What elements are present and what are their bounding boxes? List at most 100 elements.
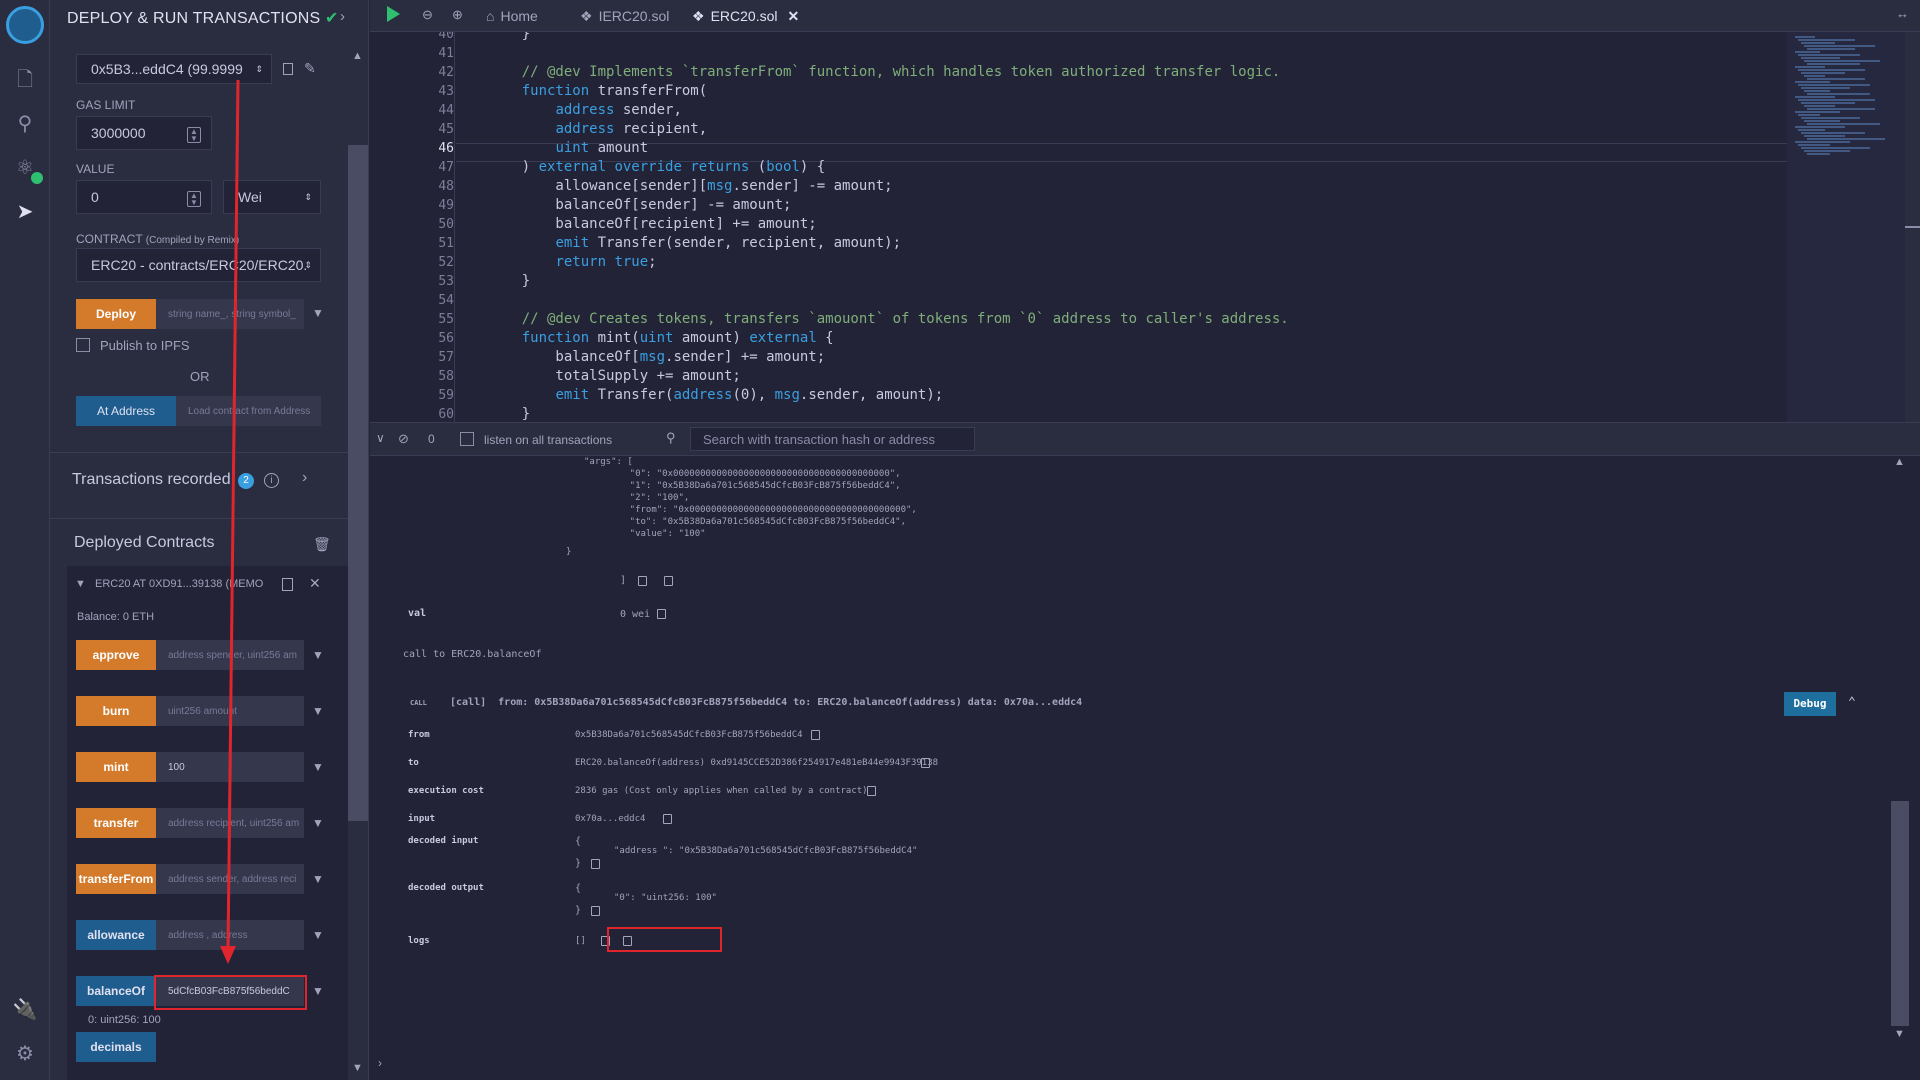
line-number: 59 [438,388,454,403]
account-select[interactable]: 0x5B3...eddC4 (99.9999 ⇕ [76,54,272,84]
function-args-input[interactable]: address recipient, uint256 am [156,808,304,838]
copy-account-icon[interactable] [283,63,293,75]
deploy-args-input[interactable]: string name_, string symbol_ [156,299,304,329]
tab-ierc20[interactable]: ❖ IERC20.sol [580,0,669,32]
scroll-down-chevron-icon[interactable]: ▼ [352,1062,363,1074]
zoom-out-icon[interactable]: ⊖ [422,7,433,23]
terminal-prompt-icon[interactable]: › [378,1056,382,1070]
tx-key-decoded-input: decoded input [408,836,479,846]
function-button-burn[interactable]: burn [76,696,156,726]
scrollbar-thumb[interactable] [1905,226,1920,228]
debug-button[interactable]: Debug [1784,692,1836,716]
tx-key-execution-cost: execution cost [408,786,484,796]
tab-erc20[interactable]: ❖ ERC20.sol ✕ [692,0,799,32]
code-line: balanceOf[msg.sender] += amount; [488,349,826,365]
contract-select[interactable]: ERC20 - contracts/ERC20/ERC20. ⇕ [76,248,321,282]
panel-expand-chevron-icon[interactable]: › [340,8,345,25]
plugin-manager-icon[interactable]: 🔌 [11,996,39,1024]
scroll-up-chevron-icon[interactable]: ▲ [352,50,363,62]
transaction-search-input[interactable]: Search with transaction hash or address [690,427,975,451]
copy-icon[interactable] [591,859,600,869]
transactions-count-badge: 2 [238,473,254,489]
scroll-down-chevron-icon[interactable]: ▼ [1894,1028,1905,1040]
scrollbar-thumb[interactable] [348,145,368,821]
deploy-expand-chevron-icon[interactable]: ▼ [312,306,324,320]
function-button-approve[interactable]: approve [76,640,156,670]
search-icon[interactable]: ⚲ [11,110,39,138]
call-summary[interactable]: [call] from: 0x5B38Da6a701c568545dCfcB03… [450,697,1082,708]
tab-home[interactable]: ⌂ Home [486,0,538,32]
function-button-allowance[interactable]: allowance [76,920,156,950]
remix-logo-icon[interactable] [6,6,44,44]
function-args-input[interactable]: address spender, uint256 am [156,640,304,670]
code-line: emit Transfer(sender, recipient, amount)… [555,235,902,251]
expand-chevron-icon[interactable]: ▼ [312,872,324,886]
copy-icon[interactable] [867,786,876,796]
minimap[interactable] [1787,32,1905,422]
collapse-log-chevron-icon[interactable]: ⌃ [1848,695,1856,710]
settings-gear-icon[interactable]: ⚙ [11,1040,39,1068]
expand-chevron-icon[interactable]: ▼ [312,760,324,774]
transactions-recorded-label[interactable]: Transactions recorded [72,471,231,489]
at-address-input[interactable]: Load contract from Address [176,396,321,426]
fold-gutter-line [454,32,455,422]
copy-icon[interactable] [664,576,673,586]
minimap-line [1798,54,1860,56]
code-editor[interactable]: 40 41 42 43 44 45 46 47 48 49 50 51 52 53 54 55 56 57 58 59… [370,32,1790,422]
scroll-up-chevron-icon[interactable]: ▲ [1894,456,1905,468]
function-args-input[interactable]: address sender, address reci [156,864,304,894]
stepper-icon[interactable]: ▲ ▼ [187,191,201,207]
expand-chevron-icon[interactable]: ▼ [312,984,324,998]
listen-checkbox[interactable] [460,432,474,446]
terminal-scrollbar[interactable]: ▲ ▼ [1890,456,1920,1046]
copy-icon[interactable] [921,758,930,768]
function-args-input[interactable]: address , address [156,920,304,950]
val-key: val [408,608,427,619]
function-button-balanceof[interactable]: balanceOf [76,976,156,1006]
function-button-decimals[interactable]: decimals [76,1032,156,1062]
function-button-transferfrom[interactable]: transferFrom [76,864,156,894]
expand-editor-icon[interactable]: ↔ [1896,6,1909,21]
stepper-icon[interactable]: ▲ ▼ [187,127,201,143]
copy-icon[interactable] [657,609,666,619]
close-icon[interactable]: ✕ [309,575,321,592]
zoom-in-icon[interactable]: ⊕ [452,7,463,23]
clear-console-icon[interactable]: ⊘ [398,431,409,447]
close-tab-icon[interactable]: ✕ [787,8,799,25]
function-button-transfer[interactable]: transfer [76,808,156,838]
function-button-mint[interactable]: mint [76,752,156,782]
function-args-input[interactable]: 100 [156,752,304,782]
expand-chevron-icon[interactable]: ▼ [312,928,324,942]
editor-scrollbar[interactable] [1905,32,1920,422]
run-script-icon[interactable] [387,6,400,22]
log-line: "1": "0x5B38Da6a701c568545dCfcB03FcB875f… [608,481,901,491]
solidity-compiler-icon[interactable]: ⚛ [11,154,43,184]
deploy-button[interactable]: Deploy [76,299,156,329]
function-args-input[interactable]: uint256 amount [156,696,304,726]
collapse-chevron-icon[interactable]: ▼ [75,578,86,590]
copy-icon[interactable] [663,814,672,824]
transactions-expand-chevron-icon[interactable]: › [302,469,307,487]
expand-chevron-icon[interactable]: ▼ [312,704,324,718]
copy-address-icon[interactable] [282,578,293,591]
value-input[interactable]: 0 ▲ ▼ [76,180,212,214]
scrollbar-thumb[interactable] [1891,801,1909,1026]
minimap-line [1795,111,1840,113]
at-address-button[interactable]: At Address [76,396,176,426]
copy-icon[interactable] [638,576,647,586]
trash-icon[interactable]: 🗑 [313,536,331,553]
copy-icon[interactable] [591,906,600,916]
file-explorer-icon[interactable]: 🗋 [11,66,39,94]
collapse-terminal-icon[interactable]: ∨ [376,431,385,445]
value-unit-select[interactable]: Wei ⇕ [223,180,321,214]
expand-chevron-icon[interactable]: ▼ [312,648,324,662]
deploy-run-icon[interactable]: ➤ [11,198,39,226]
copy-icon[interactable] [811,730,820,740]
panel-scrollbar[interactable]: ▲ ▼ [348,50,368,1080]
info-icon[interactable]: i [264,473,279,488]
edit-account-icon[interactable]: ✎ [304,60,316,77]
line-number: 55 [438,312,454,327]
publish-ipfs-checkbox[interactable] [76,338,90,352]
expand-chevron-icon[interactable]: ▼ [312,816,324,830]
gas-limit-input[interactable]: 3000000 ▲ ▼ [76,116,212,150]
